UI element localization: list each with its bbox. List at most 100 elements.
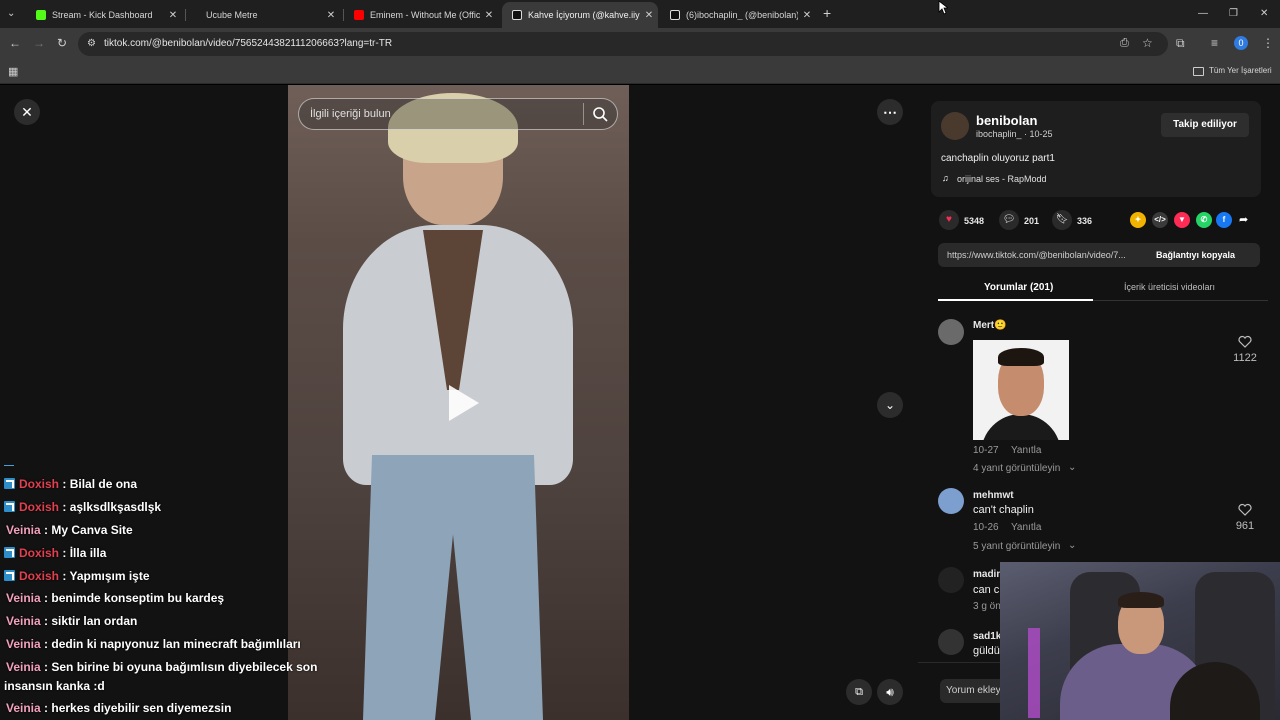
- extensions-icon[interactable]: ⧉: [1176, 37, 1185, 49]
- commenter-name[interactable]: sad1k: [973, 631, 1001, 642]
- video-caption: canchaplin oluyoruz part1: [941, 153, 1055, 164]
- tab-creator-videos[interactable]: İçerik üreticisi videoları: [1124, 282, 1215, 292]
- browser-tab[interactable]: Eminem - Without Me (Official ✕: [344, 4, 498, 26]
- search-divider: [583, 103, 584, 125]
- tab-separator: [185, 9, 186, 21]
- embed-icon[interactable]: </>: [1152, 212, 1168, 228]
- video-frame-jeans: [363, 455, 543, 720]
- apps-grid-icon[interactable]: ▦: [8, 66, 18, 78]
- url-text[interactable]: tiktok.com/@benibolan/video/756524438211…: [104, 38, 392, 49]
- tab-title: Eminem - Without Me (Official: [370, 10, 480, 20]
- browser-tab-bar: ⌄ Stream - Kick Dashboard ✕ Ucube Metre …: [0, 0, 1280, 28]
- browser-tab[interactable]: Stream - Kick Dashboard ✕: [26, 4, 182, 26]
- comment-bubble-icon[interactable]: 💬︎: [999, 210, 1019, 230]
- browser-tab[interactable]: Ucube Metre ✕: [196, 4, 340, 26]
- forward-icon[interactable]: →: [33, 37, 45, 49]
- chat-text: : Yapmışım işte: [62, 569, 150, 583]
- comment-text: can c: [973, 584, 1000, 596]
- whatsapp-icon[interactable]: ✆: [1196, 212, 1212, 228]
- chat-text: : My Canva Site: [44, 523, 133, 537]
- site-info-icon[interactable]: ⚙: [87, 38, 96, 50]
- back-icon[interactable]: ←: [9, 37, 21, 49]
- profile-avatar[interactable]: 0: [1234, 36, 1248, 50]
- tab-search-icon[interactable]: ⌄: [7, 8, 15, 20]
- likes-count: 5348: [964, 216, 985, 226]
- view-replies-button[interactable]: 4 yanıt görüntüleyin: [973, 463, 1060, 474]
- comment-like-count: 1122: [1233, 352, 1257, 364]
- chat-text: : dedin ki napıyonuz lan minecraft bağım…: [44, 637, 301, 651]
- commenter-avatar[interactable]: [938, 629, 964, 655]
- new-tab-button[interactable]: +: [823, 6, 831, 20]
- minimize-icon[interactable]: —: [1198, 8, 1208, 20]
- next-video-button[interactable]: ⌄: [877, 392, 903, 418]
- chat-username: Doxish: [19, 569, 60, 583]
- reply-button[interactable]: Yanıtla: [1011, 445, 1041, 456]
- commenter-avatar[interactable]: [938, 567, 964, 593]
- like-heart-icon[interactable]: ♥: [939, 210, 959, 230]
- mouse-cursor-icon: [938, 0, 948, 15]
- more-options-button[interactable]: ⋯: [877, 99, 903, 125]
- tab-close-icon[interactable]: ✕: [322, 10, 340, 21]
- related-search-placeholder: İlgili içeriği bulun: [310, 108, 391, 120]
- chevron-down-icon[interactable]: ⌄: [1068, 540, 1076, 551]
- saves-count: 336: [1077, 216, 1093, 226]
- chat-username: Doxish: [19, 477, 60, 491]
- youtube-favicon-icon: [354, 10, 364, 20]
- search-icon[interactable]: [592, 106, 608, 122]
- sound-name[interactable]: orijinal ses - RapModd: [957, 174, 1047, 184]
- browser-tab-active[interactable]: Kahve İçiyorum (@kahve.iiyoru ✕: [502, 2, 658, 28]
- chat-username: Veinia: [6, 660, 41, 674]
- video-link-text[interactable]: https://www.tiktok.com/@benibolan/video/…: [947, 250, 1147, 260]
- author-avatar[interactable]: [941, 112, 969, 140]
- comment-image[interactable]: [973, 340, 1069, 440]
- comment-like-icon[interactable]: [1238, 503, 1252, 517]
- commenter-avatar[interactable]: [938, 319, 964, 345]
- chat-message-continued: insansın kanka :d: [4, 679, 105, 693]
- browser-tab[interactable]: (6)ibochaplin_ (@benibolan) | T ✕: [660, 4, 816, 26]
- tab-comments[interactable]: Yorumlar (201): [984, 282, 1053, 293]
- chevron-down-icon[interactable]: ⌄: [1068, 462, 1076, 473]
- tab-close-icon[interactable]: ✕: [798, 10, 816, 21]
- tab-title: Ucube Metre: [206, 10, 258, 20]
- bookmark-icon[interactable]: 🔖︎: [1052, 210, 1072, 230]
- reload-icon[interactable]: ↻: [57, 37, 67, 49]
- send-icon[interactable]: ▼: [1174, 212, 1190, 228]
- repost-icon[interactable]: ✦: [1130, 212, 1146, 228]
- media-controls-icon[interactable]: ≡: [1211, 37, 1218, 49]
- tab-close-icon[interactable]: ✕: [480, 10, 498, 21]
- install-app-icon[interactable]: ⎙: [1120, 37, 1129, 49]
- play-icon[interactable]: [445, 383, 481, 423]
- restore-icon[interactable]: ❐: [1229, 8, 1238, 20]
- comment-date: 10-26: [973, 522, 999, 533]
- commenter-name[interactable]: mehmwt: [973, 490, 1014, 501]
- author-name[interactable]: benibolan: [976, 113, 1037, 128]
- view-replies-button[interactable]: 5 yanıt görüntüleyin: [973, 541, 1060, 552]
- close-video-button[interactable]: ✕: [14, 99, 40, 125]
- commenter-name[interactable]: Mert🙂: [973, 320, 1007, 331]
- commenter-name[interactable]: madin: [973, 569, 1002, 580]
- chat-text: : aşlksdlkşasdlşk: [62, 500, 162, 514]
- chat-message: Doxish : Bilal de ona: [4, 477, 137, 491]
- video-stage: ✕ İlgili içeriği bulun ⋯ ⌄ ⧉ 🔊︎: [0, 85, 918, 720]
- facebook-icon[interactable]: f: [1216, 212, 1232, 228]
- chat-message: Veinia : Sen birine bi oyuna bağımlısın …: [6, 660, 317, 674]
- volume-button[interactable]: 🔊︎: [877, 679, 903, 705]
- chat-divider: [4, 465, 14, 466]
- commenter-avatar[interactable]: [938, 488, 964, 514]
- follow-button[interactable]: Takip ediliyor: [1161, 113, 1249, 137]
- tab-close-icon[interactable]: ✕: [640, 10, 658, 21]
- comment-like-icon[interactable]: [1238, 335, 1252, 349]
- pip-button[interactable]: ⧉: [846, 679, 872, 705]
- tab-close-icon[interactable]: ✕: [164, 10, 182, 21]
- video-info-card: benibolan ibochaplin_ · 10-25 Takip edil…: [931, 101, 1261, 197]
- tiktok-favicon-icon: [512, 10, 522, 20]
- close-window-icon[interactable]: ✕: [1260, 8, 1268, 20]
- reply-button[interactable]: Yanıtla: [1011, 522, 1041, 533]
- chat-text: : Sen birine bi oyuna bağımlısın diyebil…: [44, 660, 318, 674]
- copy-link-button[interactable]: Bağlantıyı kopyala: [1156, 250, 1235, 260]
- menu-kebab-icon[interactable]: ⋮: [1262, 37, 1274, 49]
- share-arrow-icon[interactable]: ➦: [1239, 213, 1248, 226]
- bookmark-star-icon[interactable]: ☆: [1142, 37, 1153, 49]
- chat-message: Veinia : benimde konseptim bu kardeş: [6, 591, 224, 605]
- all-bookmarks-link[interactable]: Tüm Yer İşaretleri: [1209, 66, 1272, 75]
